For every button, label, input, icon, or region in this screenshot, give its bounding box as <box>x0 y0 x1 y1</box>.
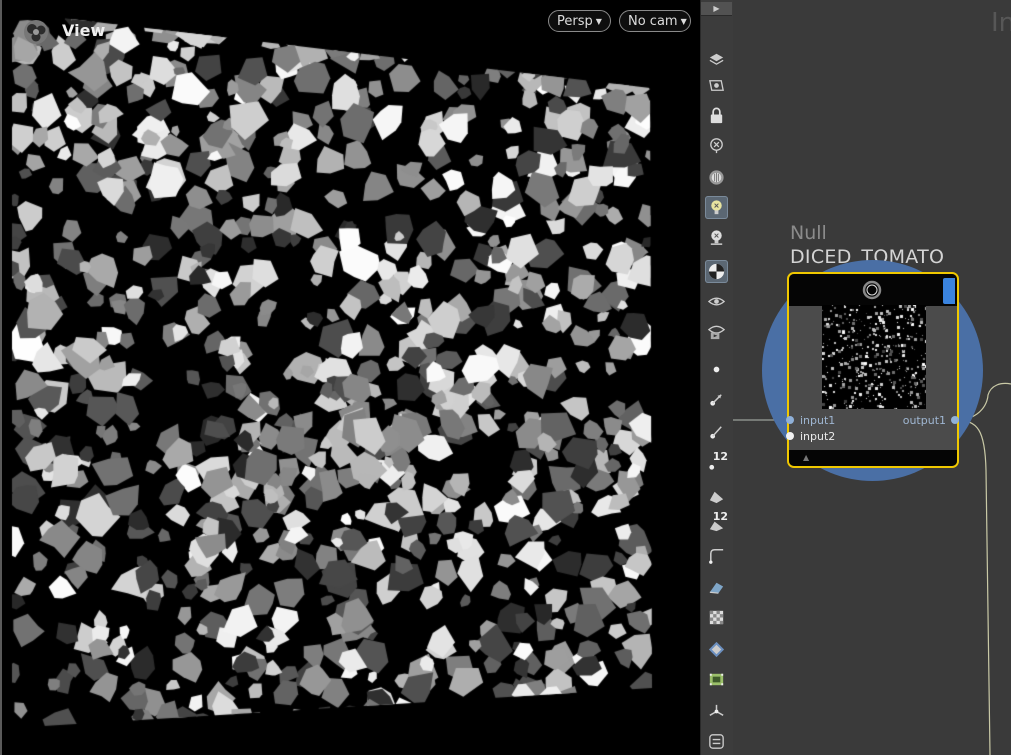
chevron-down-icon: ▼ <box>680 17 687 26</box>
shading-icon[interactable] <box>705 260 728 283</box>
ghost-icon[interactable] <box>705 166 728 189</box>
vertex-icon[interactable] <box>705 638 728 661</box>
display-toolbar: ▶ 12 12 <box>700 0 734 755</box>
primitive-number-icon[interactable]: 12 <box>705 510 728 535</box>
display-flag[interactable] <box>943 278 955 304</box>
light-icon[interactable] <box>705 226 728 249</box>
point-number-icon[interactable]: 12 <box>705 450 728 475</box>
viewport-menu-icon[interactable] <box>20 16 52 48</box>
handle-icon[interactable] <box>705 700 728 723</box>
template-icon[interactable] <box>705 290 728 313</box>
camera-menu-button[interactable]: No cam ▼ <box>619 10 691 32</box>
display-options-icon[interactable] <box>705 46 728 69</box>
snapshot-icon[interactable] <box>705 730 728 753</box>
checker-icon[interactable] <box>705 606 728 629</box>
input1-label: input1 <box>800 414 836 427</box>
input2-label: input2 <box>800 430 836 443</box>
edge-icon[interactable] <box>705 544 728 567</box>
toolbar-collapse-button[interactable]: ▶ <box>701 2 732 16</box>
node-header[interactable] <box>789 274 957 306</box>
noise-texture-render <box>0 0 700 755</box>
null-node[interactable]: input1 input2 output1 ▲ <box>787 272 959 468</box>
primitive-icon[interactable] <box>705 484 728 507</box>
null-ring-icon <box>862 280 882 300</box>
perspective-label: Persp <box>557 14 593 29</box>
output1-port[interactable] <box>951 416 959 424</box>
camera-label: No cam <box>628 14 678 29</box>
lock-camera-icon[interactable] <box>705 104 728 127</box>
expand-triangle-icon[interactable]: ▲ <box>803 453 809 462</box>
network-editor[interactable]: In Null DICED_TOMATO input1 input2 outpu… <box>733 0 1011 755</box>
node-type-label: Null <box>790 222 827 244</box>
node-thumbnail <box>822 305 926 409</box>
point-normal-icon[interactable] <box>705 388 728 411</box>
output1-label: output1 <box>902 414 946 427</box>
node-footer: ▲ <box>789 450 957 466</box>
visualizer-icon[interactable] <box>705 320 728 343</box>
bounding-box-icon[interactable] <box>705 668 728 691</box>
headlight-icon[interactable] <box>705 196 728 219</box>
input2-port[interactable] <box>786 432 794 440</box>
point-vector-icon[interactable] <box>705 420 728 443</box>
perspective-menu-button[interactable]: Persp ▼ <box>548 10 611 32</box>
input1-port[interactable] <box>786 416 794 424</box>
chevron-down-icon: ▼ <box>595 17 602 26</box>
point-icon[interactable] <box>705 358 728 381</box>
uv-icon[interactable] <box>705 576 728 599</box>
viewport-title: View <box>62 21 106 40</box>
viewport[interactable]: View Persp ▼ No cam ▼ <box>0 0 700 755</box>
view-display-icon[interactable] <box>705 74 728 97</box>
close-view-icon[interactable] <box>705 134 728 157</box>
viewport-edge <box>0 0 2 755</box>
